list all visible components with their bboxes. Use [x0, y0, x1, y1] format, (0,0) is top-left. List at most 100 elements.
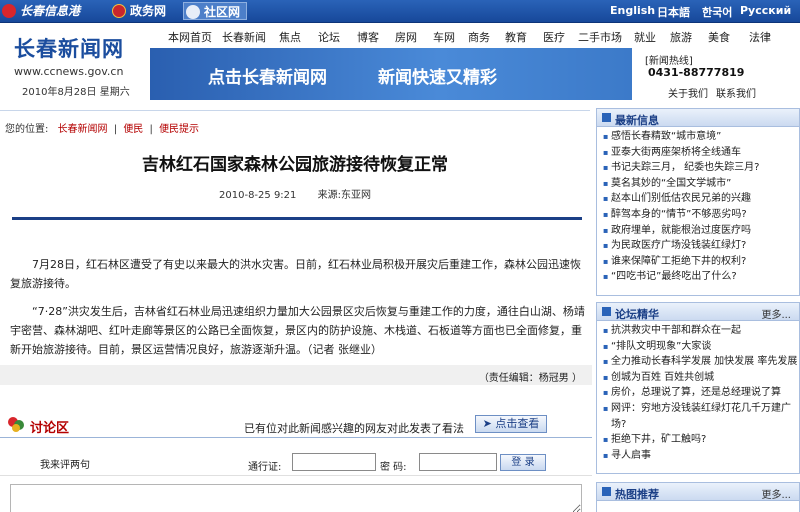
editor-credit: （责任编辑：杨冠男 ） [478, 373, 582, 384]
community-label: 社区网 [204, 5, 241, 19]
hot-more-link[interactable]: 更多... [761, 486, 791, 501]
article-source: 东亚网 [340, 190, 371, 201]
list-item[interactable]: 为民政医疗广场没钱装红绿灯? [603, 238, 799, 254]
hotline-label: [新闻热线] [645, 56, 693, 67]
comment-count: 我来评两句 [40, 460, 90, 471]
breadcrumb: 您的位置: 长春新闻网 | 便民 | 便民提示 [5, 120, 199, 135]
nav-item[interactable]: 教育 [505, 29, 527, 45]
editor-bar: （责任编辑：杨冠男 ） [0, 365, 592, 385]
article-date: 2010-8-25 9:21 [219, 190, 297, 201]
pwd-label: 密 码: [380, 462, 407, 473]
pass-label: 通行证: [248, 462, 282, 473]
nav-item[interactable]: 商务 [468, 29, 490, 45]
contact-link[interactable]: 联系我们 [716, 85, 756, 100]
list-item[interactable]: 拒绝下井，矿工触吗? [603, 432, 799, 448]
breadcrumb-item[interactable]: 便民提示 [159, 124, 199, 135]
discussion-icon [8, 417, 24, 432]
nav-item[interactable]: 车网 [433, 29, 455, 45]
login-row: 我来评两句 通行证: 密 码: 登 录 [0, 450, 592, 476]
list-item[interactable]: 房价，总理说了算，还是总经理说了算 [603, 385, 799, 401]
pass-input[interactable] [292, 453, 376, 471]
nav-item[interactable]: 房网 [395, 29, 417, 45]
site-name: 长春信息港 [20, 4, 81, 18]
list-item[interactable]: “四吃书记”最终吃出了什么? [603, 269, 799, 285]
latest-header: 最新信息 [597, 109, 799, 127]
forum-title: 论坛精华 [615, 308, 659, 321]
nav-item[interactable]: 医疗 [543, 29, 565, 45]
logo-text: 长春新闻网 [14, 36, 124, 61]
nav-item[interactable]: 博客 [357, 29, 379, 45]
nav-item[interactable]: 美食 [708, 29, 730, 45]
source-label: 来源: [317, 190, 341, 201]
gov-label: 政务网 [130, 4, 167, 18]
nav-item[interactable]: 本网首页 [168, 29, 212, 45]
logo-url: www.ccnews.gov.cn [14, 65, 124, 78]
list-item[interactable]: 政府埋单，就能根治过度医疗吗 [603, 223, 799, 239]
square-bullet-icon [602, 113, 611, 122]
header-divider [0, 110, 590, 111]
list-item[interactable]: 谁来保障矿工拒绝下井的权利? [603, 254, 799, 270]
list-item[interactable]: 赵本山们别低估农民兄弟的兴趣 [603, 191, 799, 207]
gov-link[interactable]: 政务网 [110, 2, 166, 20]
latest-list: 感悟长春精致“城市意境” 亚泰大街两座架桥将全线通车 书记夫踪三月， 纪委也失踪… [597, 127, 799, 285]
nav-item[interactable]: 旅游 [670, 29, 692, 45]
list-item[interactable]: 网评：穷地方没钱装红绿灯花几千万建广场? [603, 401, 799, 432]
latest-title: 最新信息 [615, 114, 659, 127]
login-button[interactable]: 登 录 [500, 454, 546, 471]
comment-prompt: 已有位对此新闻感兴趣的网友对此发表了看法 [244, 422, 464, 435]
forum-more-link[interactable]: 更多... [761, 306, 791, 321]
list-item[interactable]: 亚泰大街两座架桥将全线通车 [603, 145, 799, 161]
view-comments-button[interactable]: ➤ 点击查看 [475, 415, 547, 433]
square-bullet-icon [602, 307, 611, 316]
comment-title: 讨论区 [30, 421, 70, 436]
breadcrumb-item[interactable]: 长春新闻网 [58, 124, 108, 135]
main-nav: 本网首页 长春新闻 焦点 论坛 博客 房网 车网 商务 教育 医疗 二手市场 就… [152, 29, 800, 47]
forum-list: 抗洪救灾中干部和群众在一起 “排队文明现象”大家谈 全力推动长春科学发展 加快发… [597, 321, 799, 463]
view-button-label: 点击查看 [495, 417, 540, 430]
site-logo-icon [2, 4, 16, 18]
nav-item[interactable]: 二手市场 [578, 29, 622, 45]
article-meta: 2010-8-25 9:21 来源:东亚网 [0, 186, 590, 201]
hot-panel: 热图推荐 更多... [596, 482, 800, 512]
square-bullet-icon [602, 487, 611, 496]
site-home-link[interactable]: 长春信息港 [0, 2, 80, 20]
list-item[interactable]: 寻人启事 [603, 448, 799, 464]
site-logo[interactable]: 长春新闻网 www.ccnews.gov.cn [14, 33, 144, 78]
hot-title: 热图推荐 [615, 488, 659, 501]
list-item[interactable]: 感悟长春精致“城市意境” [603, 129, 799, 145]
list-item[interactable]: 莫名其妙的“全国文学城市” [603, 176, 799, 192]
nav-item[interactable]: 长春新闻 [222, 29, 266, 45]
list-item[interactable]: 书记夫踪三月， 纪委也失踪三月? [603, 160, 799, 176]
list-item[interactable]: 创城为百姓 百姓共创城 [603, 370, 799, 386]
top-bar: 长春信息港 政务网 社区网 English 日本語 한국어 Русский [0, 0, 800, 23]
list-item[interactable]: “排队文明现象”大家谈 [603, 339, 799, 355]
nav-item[interactable]: 焦点 [279, 29, 301, 45]
banner-text-1: 点击长春新闻网 [208, 68, 327, 88]
title-rule [12, 217, 582, 220]
lang-korean[interactable]: 한국어 [702, 4, 732, 20]
breadcrumb-sep: | [149, 124, 153, 135]
header-banner[interactable]: 点击长春新闻网 新闻快速又精彩 [150, 48, 632, 100]
nav-item[interactable]: 论坛 [318, 29, 340, 45]
lang-japanese[interactable]: 日本語 [657, 4, 690, 20]
hot-header: 热图推荐 更多... [597, 483, 799, 501]
password-input[interactable] [419, 453, 497, 471]
article-paragraph: 7月28日，红石林区遭受了有史以来最大的洪水灾害。日前，红石林业局积极开展灾后重… [10, 258, 581, 290]
about-link[interactable]: 关于我们 [668, 85, 708, 100]
comment-header: 讨论区 已有位对此新闻感兴趣的网友对此发表了看法 ➤ 点击查看 [0, 412, 592, 438]
list-item[interactable]: 全力推动长春科学发展 加快发展 率先发展 [603, 354, 799, 370]
current-date: 2010年8月28日 星期六 [22, 87, 130, 98]
breadcrumb-sep: | [113, 124, 118, 135]
community-link[interactable]: 社区网 [183, 2, 248, 20]
lang-russian[interactable]: Русский [740, 4, 791, 17]
list-item[interactable]: 抗洪救灾中干部和群众在一起 [603, 323, 799, 339]
nav-item[interactable]: 就业 [634, 29, 656, 45]
community-icon [186, 5, 200, 19]
lang-english[interactable]: English [610, 4, 655, 17]
list-item[interactable]: 醉驾本身的“情节”不够恶劣吗? [603, 207, 799, 223]
hotline-number: 0431-88777819 [648, 66, 745, 79]
forum-header: 论坛精华 更多... [597, 303, 799, 321]
comment-textarea[interactable] [10, 484, 582, 512]
breadcrumb-item[interactable]: 便民 [123, 124, 143, 135]
nav-item[interactable]: 法律 [749, 29, 771, 45]
